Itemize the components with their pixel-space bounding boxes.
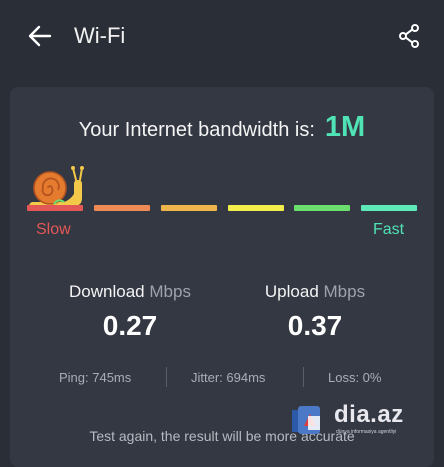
stats-divider bbox=[166, 367, 167, 387]
bandwidth-value: 1M bbox=[324, 111, 366, 143]
ping-stat: Ping: 745ms bbox=[59, 370, 132, 385]
back-button[interactable] bbox=[22, 20, 58, 52]
watermark-logo-icon bbox=[292, 406, 320, 434]
upload-metric: Upload Mbps 0.37 bbox=[225, 282, 405, 342]
speed-segment-4 bbox=[228, 205, 284, 211]
bandwidth-label: Your Internet bandwidth is: bbox=[78, 119, 315, 141]
download-label: Download bbox=[69, 282, 145, 301]
watermark-text: dia.az bbox=[334, 401, 404, 428]
speed-segment-5 bbox=[294, 205, 350, 211]
jitter-stat: Jitter: 694ms bbox=[191, 370, 266, 385]
download-value: 0.27 bbox=[102, 310, 158, 341]
upload-label: Upload bbox=[264, 282, 319, 301]
loss-stat: Loss: 0% bbox=[328, 370, 382, 385]
stats-divider bbox=[303, 367, 304, 387]
download-unit: Mbps bbox=[149, 282, 191, 301]
app-bar: Wi-Fi bbox=[0, 0, 444, 76]
share-button[interactable] bbox=[393, 20, 425, 52]
upload-value: 0.37 bbox=[287, 310, 343, 341]
upload-unit: Mbps bbox=[323, 282, 366, 301]
slow-label: Slow bbox=[36, 221, 71, 238]
arrow-left-icon bbox=[28, 25, 52, 47]
snail-icon bbox=[29, 166, 84, 206]
download-title: Download Mbps bbox=[40, 282, 220, 302]
speed-segment-2 bbox=[94, 205, 150, 211]
share-icon bbox=[399, 24, 419, 48]
bandwidth-summary: Your Internet bandwidth is: 1M bbox=[0, 111, 444, 144]
watermark-subtext: dünya informasiya agentliyi bbox=[336, 429, 397, 435]
watermark: dia.az dünya informasiya agentliyi bbox=[292, 400, 412, 440]
page-title: Wi-Fi bbox=[74, 23, 126, 48]
fast-label: Fast bbox=[373, 221, 405, 238]
download-metric: Download Mbps 0.27 bbox=[40, 282, 220, 342]
speed-segment-fastest bbox=[361, 205, 417, 211]
upload-title: Upload Mbps bbox=[225, 282, 405, 302]
speed-segment-slowest bbox=[27, 205, 83, 211]
speed-segment-3 bbox=[161, 205, 217, 211]
